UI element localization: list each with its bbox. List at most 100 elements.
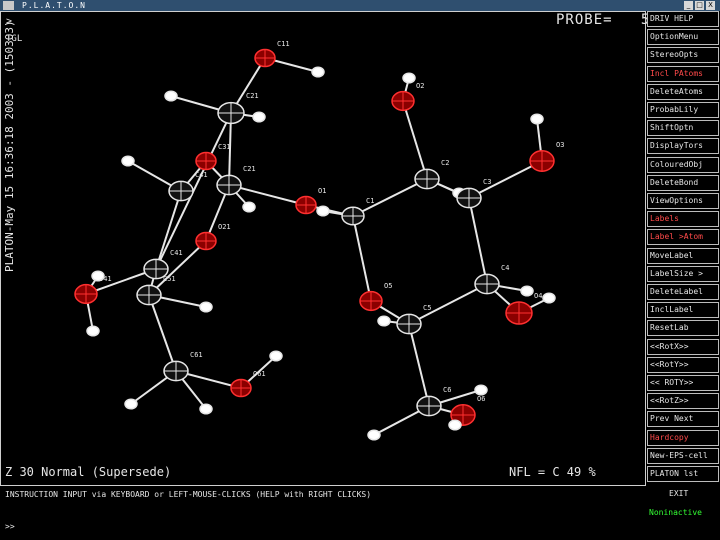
menu-item[interactable]: ViewOptions xyxy=(647,193,719,209)
atom-c61[interactable] xyxy=(163,360,189,382)
molecule-canvas[interactable]: > TGL PROBE= 50 C11C21C31C41C21O21C41O41… xyxy=(0,11,659,486)
atom-ho3[interactable] xyxy=(530,113,544,125)
atom-o21[interactable] xyxy=(195,231,217,251)
atom-label: C41 xyxy=(170,249,183,257)
bond xyxy=(408,323,430,407)
atom-label: C11 xyxy=(277,40,290,48)
atom-c11[interactable] xyxy=(254,48,276,68)
atom-h41c[interactable] xyxy=(86,325,100,337)
menu-item[interactable]: PLATON lst xyxy=(647,466,719,482)
atom-h1[interactable] xyxy=(316,205,330,217)
menu-item[interactable]: OptionMenu xyxy=(647,29,719,46)
atom-c31[interactable] xyxy=(195,151,217,171)
atom-c2[interactable] xyxy=(414,168,440,190)
atom-c21b[interactable] xyxy=(216,174,242,196)
atom-ho6[interactable] xyxy=(448,419,462,431)
menu-item[interactable]: LabelSize > xyxy=(647,265,719,282)
menu-item[interactable]: Labels xyxy=(647,211,719,228)
menu-item[interactable]: <<RotX>> xyxy=(647,338,719,355)
atom-c6[interactable] xyxy=(416,395,442,417)
menu-item[interactable]: << ROTY>> xyxy=(647,375,719,391)
atom-label: C61 xyxy=(190,351,203,359)
atom-h6a[interactable] xyxy=(367,429,381,441)
atom-c4[interactable] xyxy=(474,273,500,295)
side-panel: EXIT Noninactive xyxy=(647,486,720,540)
atom-h4[interactable] xyxy=(520,285,534,297)
menu-item[interactable]: New-EPS-cell xyxy=(647,447,719,464)
menu-item[interactable]: DRIV HELP xyxy=(647,11,719,27)
atom-h61c[interactable] xyxy=(269,350,283,362)
app-icon[interactable] xyxy=(3,1,14,10)
menu-item[interactable]: ResetLab xyxy=(647,320,719,337)
atom-ho4[interactable] xyxy=(542,292,556,304)
atom-c1[interactable] xyxy=(341,206,365,226)
command-menu: DRIV HELP OptionMenu StereoOpts Incl PAtoms… xyxy=(647,11,720,486)
atom-h5[interactable] xyxy=(377,315,391,327)
status-area: INSTRUCTION INPUT via KEYBOARD or LEFT-M… xyxy=(0,486,646,540)
menu-item[interactable]: <<RotZ>> xyxy=(647,393,719,410)
atom-c5[interactable] xyxy=(396,313,422,335)
atom-label: C2 xyxy=(441,159,449,167)
menu-item[interactable]: StereoOpts xyxy=(647,47,719,64)
atom-label: C5 xyxy=(423,304,431,312)
atom-label: C4 xyxy=(501,264,509,272)
atom-o1[interactable] xyxy=(295,195,317,215)
menu-item[interactable]: DeleteBond xyxy=(647,174,719,191)
mode-indicator: Noninactive xyxy=(649,508,702,517)
view-readout: Z 30 Normal (Supersede) xyxy=(5,465,172,479)
atom-o5[interactable] xyxy=(359,290,383,312)
minimize-button[interactable]: _ xyxy=(684,1,693,10)
atom-h61b[interactable] xyxy=(199,403,213,415)
atom-label: O6 xyxy=(477,395,485,403)
menu-item[interactable]: InclLabel xyxy=(647,302,719,319)
atom-h61a[interactable] xyxy=(124,398,138,410)
atom-h51[interactable] xyxy=(199,301,213,313)
bond xyxy=(352,215,372,302)
atom-ho2[interactable] xyxy=(402,72,416,84)
menu-item[interactable]: DisplayTors xyxy=(647,138,719,155)
atom-o4[interactable] xyxy=(505,301,533,325)
close-button[interactable]: X xyxy=(706,1,715,10)
menu-item[interactable]: ProbabLily xyxy=(647,102,719,118)
menu-item[interactable]: Hardcopy xyxy=(647,429,719,446)
atom-h21b[interactable] xyxy=(252,111,266,123)
atom-label: O21 xyxy=(218,223,231,231)
atom-o61[interactable] xyxy=(230,378,252,398)
input-prompt[interactable]: >> xyxy=(5,522,15,531)
atom-o41[interactable] xyxy=(74,283,98,305)
timestamp-vertical: PLATON-May 15 16:36:18 2003 - (150303) xyxy=(3,20,16,272)
maximize-button[interactable]: □ xyxy=(695,1,704,10)
exit-button[interactable]: EXIT xyxy=(669,489,688,498)
atom-h6b[interactable] xyxy=(474,384,488,396)
atom-h41[interactable] xyxy=(121,155,135,167)
menu-item[interactable]: DeleteLabel xyxy=(647,284,719,300)
atom-o3[interactable] xyxy=(529,150,555,172)
atom-h41b[interactable] xyxy=(91,270,105,282)
molecule-drawing[interactable]: C11C21C31C41C21O21C41O41 C51C61O61O1C1C2O… xyxy=(1,12,645,462)
atom-o2[interactable] xyxy=(391,90,415,112)
bond xyxy=(148,294,177,372)
atom-h11[interactable] xyxy=(311,66,325,78)
atom-c3[interactable] xyxy=(456,187,482,209)
menu-item[interactable]: MoveLabel xyxy=(647,247,719,264)
menu-item[interactable]: ColouredObj xyxy=(647,156,719,173)
menu-item[interactable]: Label >Atom xyxy=(647,229,719,246)
atom-label: O3 xyxy=(556,141,564,149)
menu-item[interactable]: Incl PAtoms xyxy=(647,65,719,82)
atom-c51[interactable] xyxy=(136,284,162,306)
instruction-line: INSTRUCTION INPUT via KEYBOARD or LEFT-M… xyxy=(5,490,372,499)
menu-item[interactable]: <<RotY>> xyxy=(647,356,719,373)
atom-label: C21 xyxy=(243,165,256,173)
atom-label: O61 xyxy=(253,370,266,378)
atom-h21a[interactable] xyxy=(164,90,178,102)
window-titlebar: P.L.A.T.O.N _ □ X xyxy=(0,0,720,11)
probability-readout: NFL = C 49 % xyxy=(509,465,596,479)
atom-c21[interactable] xyxy=(217,101,245,125)
menu-item[interactable]: ShiftOptn xyxy=(647,120,719,137)
atom-c41[interactable] xyxy=(168,180,194,202)
menu-item[interactable]: DeleteAtoms xyxy=(647,83,719,100)
bond xyxy=(155,190,182,270)
atom-hc[interactable] xyxy=(242,201,256,213)
menu-item[interactable]: Prev Next xyxy=(647,411,719,428)
bond xyxy=(402,100,428,180)
